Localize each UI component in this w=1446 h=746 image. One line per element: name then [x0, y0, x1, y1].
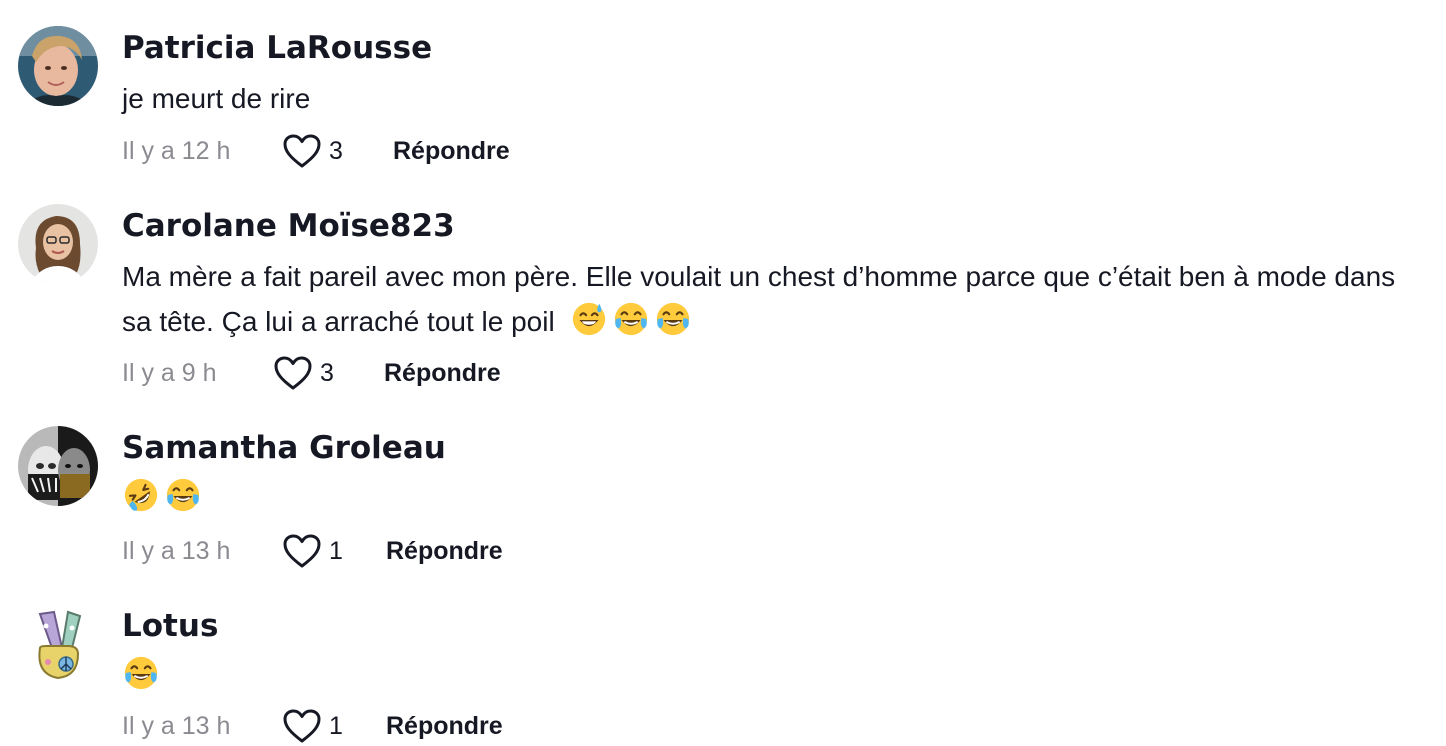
- heart-outline-icon[interactable]: [282, 533, 322, 569]
- comment-text-content: je meurt de rire: [122, 83, 311, 114]
- comment-text: [122, 475, 1402, 520]
- avatar[interactable]: [18, 604, 98, 684]
- reply-button[interactable]: Répondre: [384, 353, 501, 393]
- comment-timestamp: Il y a 12 h: [122, 137, 231, 165]
- face-with-tears-of-joy-emoji: [654, 300, 692, 338]
- comment-username[interactable]: Lotus: [122, 606, 218, 646]
- heart-outline-icon[interactable]: [282, 133, 322, 169]
- reply-button[interactable]: Répondre: [393, 131, 510, 171]
- comment-timestamp: Il y a 13 h: [122, 537, 231, 565]
- like-count: 3: [320, 359, 334, 387]
- rolling-on-the-floor-laughing-emoji: [122, 476, 160, 514]
- face-with-tears-of-joy-emoji: [122, 654, 160, 692]
- reply-button[interactable]: Répondre: [386, 706, 503, 746]
- like-count: 1: [329, 537, 343, 565]
- comment-username[interactable]: Carolane Moïse823: [122, 206, 455, 246]
- avatar[interactable]: [18, 426, 98, 506]
- comment-text: [122, 653, 1402, 698]
- like-count: 1: [329, 712, 343, 740]
- avatar[interactable]: [18, 26, 98, 106]
- comment-text-content: Ma mère a fait pareil avec mon père. Ell…: [122, 261, 1396, 337]
- comment-username[interactable]: Patricia LaRousse: [122, 28, 432, 68]
- comment-text: Ma mère a fait pareil avec mon père. Ell…: [122, 254, 1402, 344]
- avatar[interactable]: [18, 204, 98, 284]
- grinning-face-with-sweat-emoji: [570, 300, 608, 338]
- heart-outline-icon[interactable]: [282, 708, 322, 744]
- reply-button[interactable]: Répondre: [386, 531, 503, 571]
- comment-username[interactable]: Samantha Groleau: [122, 428, 446, 468]
- heart-outline-icon[interactable]: [273, 355, 313, 391]
- like-count: 3: [329, 137, 343, 165]
- comment-timestamp: Il y a 13 h: [122, 712, 231, 740]
- face-with-tears-of-joy-emoji: [164, 476, 202, 514]
- comment-timestamp: Il y a 9 h: [122, 359, 217, 387]
- face-with-tears-of-joy-emoji: [612, 300, 650, 338]
- comment-text: je meurt de rire: [122, 76, 1402, 121]
